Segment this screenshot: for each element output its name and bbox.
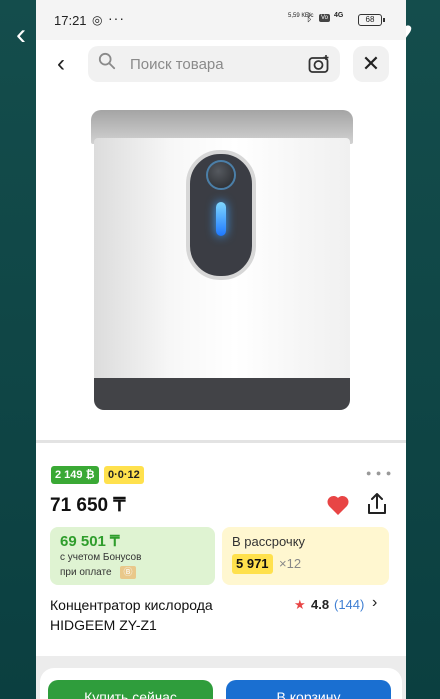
status-bar: 17:21 ◎ ··· 5,59 КБ/с ᛒ Vo 4G 68 <box>36 0 406 40</box>
installment-badge: 0·0·12 <box>104 466 144 484</box>
image-pager-dots: ● ● ● <box>366 468 393 478</box>
backdrop-left <box>0 0 36 699</box>
volte-icon: Vo <box>319 14 331 22</box>
share-icon[interactable] <box>366 492 388 516</box>
whatsapp-icon: ◎ <box>92 13 103 27</box>
installment-card[interactable]: В рассрочку 5 971 ×12 <box>222 527 389 585</box>
bonus-coin-icon: Ⓑ <box>120 566 136 579</box>
backdrop-right <box>406 0 440 699</box>
bonus-price-card[interactable]: 69 501 ₸ с учетом Бонусов при оплате Ⓑ <box>50 527 215 585</box>
buy-now-button[interactable]: Купить сейчас <box>48 680 213 699</box>
network-type: 4G <box>334 12 344 19</box>
installment-amount: 5 971 <box>232 554 273 574</box>
divider <box>36 440 406 443</box>
bonus-badge: 2 149 ₿ <box>51 466 99 484</box>
bonus-note-line1: с учетом Бонусов <box>60 552 142 563</box>
camera-search-icon[interactable] <box>308 54 330 74</box>
chevron-left-icon[interactable]: ‹ <box>16 18 26 52</box>
back-button[interactable]: ‹ <box>46 50 76 80</box>
rating-value[interactable]: 4.8 <box>311 597 329 612</box>
phone-screen: 17:21 ◎ ··· 5,59 КБ/с ᛒ Vo 4G 68 ‹ Поиск… <box>36 0 406 699</box>
heart-filled-icon[interactable] <box>326 494 350 516</box>
product-image[interactable] <box>36 88 406 438</box>
installment-months: ×12 <box>279 556 302 571</box>
close-button[interactable]: ✕ <box>353 46 389 82</box>
installment-title: В рассрочку <box>232 534 306 549</box>
bonus-price: 69 501 ₸ <box>60 533 120 550</box>
status-time: 17:21 <box>54 13 87 28</box>
battery-indicator: 68 <box>358 14 385 26</box>
product-info: 2 149 ₿ 0·0·12 ● ● ● 71 650 ₸ 69 501 ₸ с… <box>36 444 406 654</box>
search-icon <box>98 52 116 70</box>
star-icon: ★ <box>294 597 306 612</box>
bonus-note-line2: при оплате <box>60 567 112 578</box>
more-notifications-icon: ··· <box>108 10 125 26</box>
reviews-count[interactable]: (144) <box>334 597 364 612</box>
chevron-right-icon[interactable]: › <box>372 594 377 612</box>
product-name-line2: HIDGEEM ZY-Z1 <box>50 617 157 633</box>
device-base <box>94 378 350 410</box>
product-price: 71 650 ₸ <box>50 495 126 516</box>
add-to-cart-button[interactable]: В корзину <box>226 680 391 699</box>
bottom-action-area: Купить сейчас В корзину <box>36 656 406 699</box>
device-knob <box>206 160 236 190</box>
device-control-panel <box>186 150 256 280</box>
product-name-line1: Концентратор кислорода <box>50 597 213 613</box>
device-indicator-light <box>216 202 226 236</box>
bluetooth-icon: ᛒ <box>306 12 313 24</box>
search-input[interactable]: Поиск товара <box>88 46 340 82</box>
top-bar: ‹ Поиск товара ✕ <box>36 42 406 86</box>
search-placeholder: Поиск товара <box>130 56 224 73</box>
